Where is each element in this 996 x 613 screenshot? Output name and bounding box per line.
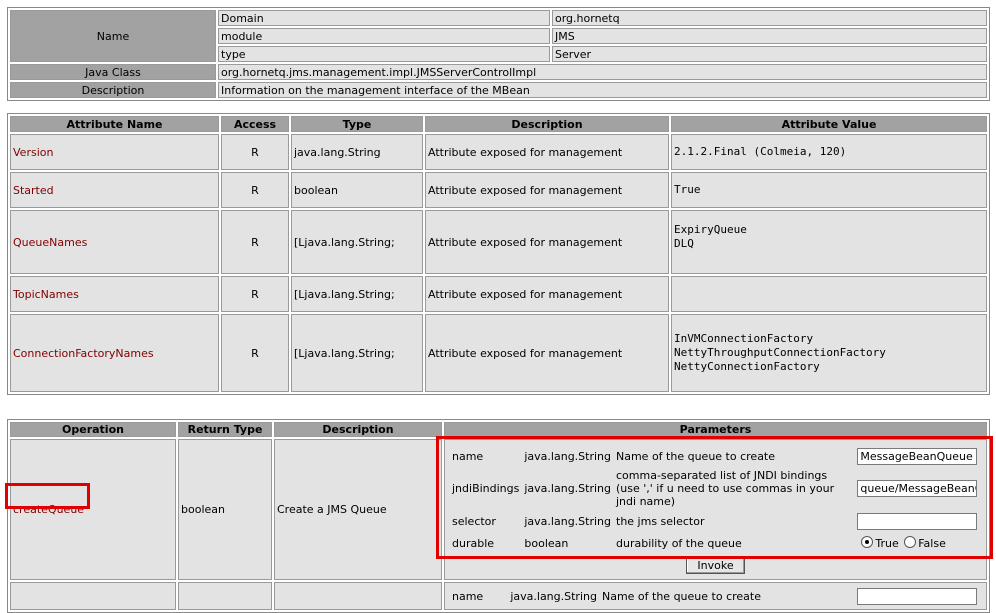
param-type: boolean <box>522 533 613 553</box>
attributes-table: Attribute Name Access Type Description A… <box>7 113 990 395</box>
attr-header-description: Description <box>425 116 669 132</box>
op-description <box>274 582 442 610</box>
param-name: selector <box>450 510 522 532</box>
param-name-input[interactable] <box>857 587 978 605</box>
param-desc: comma-separated list of JNDI bindings (u… <box>614 468 855 509</box>
op-parameters: name java.lang.String Name of the queue … <box>444 439 987 580</box>
param-jndibindings-input[interactable]: queue/MessageBeanQueue <box>857 480 978 497</box>
attr-type: [Ljava.lang.String; <box>291 210 423 274</box>
description-label: Description <box>10 82 216 98</box>
attr-value: InVMConnectionFactory NettyThroughputCon… <box>671 314 987 392</box>
attr-type: boolean <box>291 172 423 208</box>
parameters-table: name java.lang.String Name of the queue … <box>449 584 982 608</box>
attr-description: Attribute exposed for management <box>425 276 669 312</box>
param-row: name java.lang.String Name of the queue … <box>450 445 981 467</box>
durable-radio-group: True False <box>855 533 981 553</box>
invoke-cell: Invoke <box>450 554 981 576</box>
attr-name-started[interactable]: Started <box>10 172 219 208</box>
attr-description: Attribute exposed for management <box>425 210 669 274</box>
name-label: Name <box>10 10 216 62</box>
attr-type: java.lang.String <box>291 134 423 170</box>
durable-false-radio[interactable] <box>904 536 917 548</box>
param-name-input[interactable]: MessageBeanQueue <box>857 447 978 465</box>
param-row: jndiBindings java.lang.String comma-sepa… <box>450 468 981 509</box>
java-class-label: Java Class <box>10 64 216 80</box>
op-header-parameters: Parameters <box>444 422 987 437</box>
table-row: QueueNames R [Ljava.lang.String; Attribu… <box>10 210 987 274</box>
attr-header-type: Type <box>291 116 423 132</box>
attr-access: R <box>221 276 289 312</box>
param-row: selector java.lang.String the jms select… <box>450 510 981 532</box>
attr-name-queuenames[interactable]: QueueNames <box>10 210 219 274</box>
attr-header-value: Attribute Value <box>671 116 987 132</box>
param-name: durable <box>450 533 522 553</box>
param-type: java.lang.String <box>522 445 613 467</box>
operation-name[interactable]: createQueue <box>13 503 84 516</box>
op-header-return-type: Return Type <box>178 422 272 437</box>
operation-cell <box>10 582 176 610</box>
name-value-type: Server <box>552 46 987 62</box>
attr-type: [Ljava.lang.String; <box>291 276 423 312</box>
op-header-operation: Operation <box>10 422 176 437</box>
attr-name-connectionfactorynames[interactable]: ConnectionFactoryNames <box>10 314 219 392</box>
invoke-button[interactable]: Invoke <box>686 556 745 574</box>
name-key-domain: Domain <box>218 10 550 26</box>
attr-header-access: Access <box>221 116 289 132</box>
java-class-value: org.hornetq.jms.management.impl.JMSServe… <box>218 64 987 80</box>
table-row: createQueue boolean Create a JMS Queue n… <box>10 439 987 580</box>
op-return-type: boolean <box>178 439 272 580</box>
name-value-domain: org.hornetq <box>552 10 987 26</box>
attr-header-name: Attribute Name <box>10 116 219 132</box>
attr-access: R <box>221 134 289 170</box>
attr-description: Attribute exposed for management <box>425 134 669 170</box>
param-type: java.lang.String <box>522 468 613 509</box>
attr-name-topicnames[interactable]: TopicNames <box>10 276 219 312</box>
description-value: Information on the management interface … <box>218 82 987 98</box>
param-desc: the jms selector <box>614 510 855 532</box>
table-row: name java.lang.String Name of the queue … <box>10 582 987 610</box>
param-name: name <box>450 445 522 467</box>
durable-false-label[interactable]: False <box>918 537 946 550</box>
attr-value: 2.1.2.Final (Colmeia, 120) <box>671 134 987 170</box>
table-row: ConnectionFactoryNames R [Ljava.lang.Str… <box>10 314 987 392</box>
name-value-module: JMS <box>552 28 987 44</box>
op-parameters: name java.lang.String Name of the queue … <box>444 582 987 610</box>
param-desc: Name of the queue to create <box>599 585 855 607</box>
durable-true-label[interactable]: True <box>875 537 898 550</box>
mbean-info-table: Name Domain org.hornetq module JMS type … <box>7 7 990 101</box>
attr-description: Attribute exposed for management <box>425 172 669 208</box>
durable-true-radio[interactable] <box>861 536 874 548</box>
op-return-type <box>178 582 272 610</box>
parameters-table: name java.lang.String Name of the queue … <box>449 444 982 577</box>
param-name: jndiBindings <box>450 468 522 509</box>
param-type: java.lang.String <box>508 585 599 607</box>
param-row: name java.lang.String Name of the queue … <box>450 585 981 607</box>
attr-access: R <box>221 210 289 274</box>
attr-value: True <box>671 172 987 208</box>
attr-description: Attribute exposed for management <box>425 314 669 392</box>
name-key-type: type <box>218 46 550 62</box>
operations-table: Operation Return Type Description Parame… <box>7 419 990 613</box>
param-type: java.lang.String <box>522 510 613 532</box>
param-selector-input[interactable] <box>857 512 978 530</box>
table-row: TopicNames R [Ljava.lang.String; Attribu… <box>10 276 987 312</box>
op-description: Create a JMS Queue <box>274 439 442 580</box>
param-desc: durability of the queue <box>614 533 855 553</box>
table-row: Started R boolean Attribute exposed for … <box>10 172 987 208</box>
name-key-module: module <box>218 28 550 44</box>
attr-value: ExpiryQueue DLQ <box>671 210 987 274</box>
attr-name-version[interactable]: Version <box>10 134 219 170</box>
attr-value <box>671 276 987 312</box>
attr-access: R <box>221 172 289 208</box>
param-row: durable boolean durability of the queue … <box>450 533 981 553</box>
table-row: Version R java.lang.String Attribute exp… <box>10 134 987 170</box>
attr-type: [Ljava.lang.String; <box>291 314 423 392</box>
operation-createqueue[interactable]: createQueue <box>10 439 176 580</box>
param-name: name <box>450 585 508 607</box>
param-desc: Name of the queue to create <box>614 445 855 467</box>
attr-access: R <box>221 314 289 392</box>
op-header-description: Description <box>274 422 442 437</box>
